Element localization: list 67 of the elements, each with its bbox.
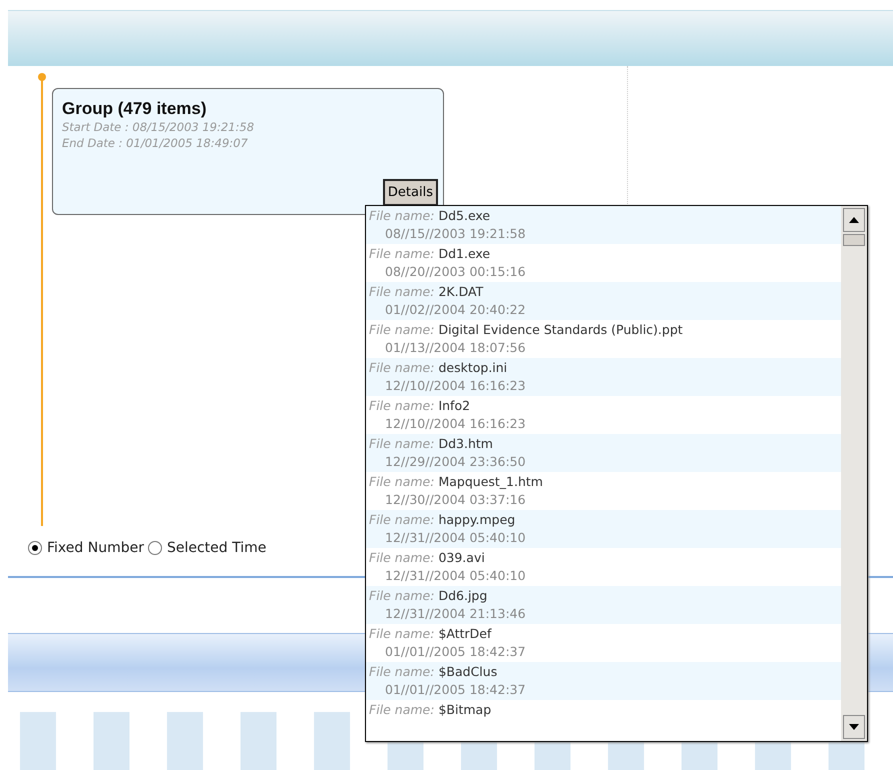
file-name: Digital Evidence Standards (Public).ppt xyxy=(438,322,683,337)
file-name: $AttrDef xyxy=(438,626,492,641)
file-date: 12//31//2004 05:40:10 xyxy=(384,529,527,547)
radio-label[interactable]: Fixed Number xyxy=(47,540,144,556)
group-title: Group (479 items) xyxy=(62,99,208,119)
file-name-label: File name: xyxy=(369,588,434,603)
file-name: desktop.ini xyxy=(438,360,508,375)
radio-button[interactable] xyxy=(148,541,162,555)
file-name-label: File name: xyxy=(369,322,434,337)
file-name: Dd6.jpg xyxy=(438,588,488,603)
file-name: happy.mpeg xyxy=(438,512,516,527)
file-name: Dd5.exe xyxy=(438,208,490,223)
file-date: 01//01//2005 18:42:37 xyxy=(384,643,527,661)
file-name-label: File name: xyxy=(369,436,434,451)
file-item[interactable]: File name: $BadClus 01//01//2005 18:42:37 xyxy=(366,662,841,700)
file-item[interactable]: File name: Digital Evidence Standards (Public).ppt 01//13//2004 18:07:56 xyxy=(366,320,841,358)
radio-button[interactable] xyxy=(28,541,42,555)
file-date: 01//13//2004 18:07:56 xyxy=(384,339,527,357)
file-date: 08//20//2003 00:15:16 xyxy=(384,263,527,281)
file-item[interactable]: File name: desktop.ini 12//10//2004 16:16:23 xyxy=(366,358,841,396)
file-date: 12//30//2004 03:37:16 xyxy=(384,491,527,509)
radio-label[interactable]: Selected Time xyxy=(166,540,266,556)
file-name-label: File name: xyxy=(369,702,434,717)
file-name-label: File name: xyxy=(369,284,434,299)
file-name-label: File name: xyxy=(369,208,434,223)
file-date: 12//31//2004 21:13:46 xyxy=(384,605,527,623)
file-item[interactable]: File name: Dd5.exe 08//15//2003 19:21:58 xyxy=(366,206,841,244)
file-item[interactable]: File name: 2K.DAT 01//02//2004 20:40:22 xyxy=(366,282,841,320)
file-name: 2K.DAT xyxy=(438,284,484,299)
file-item[interactable]: File name: $Bitmap xyxy=(366,700,841,738)
file-name: 039.avi xyxy=(438,550,485,565)
file-name-label: File name: xyxy=(369,664,434,679)
file-name-label: File name: xyxy=(369,626,434,641)
file-date: 08//15//2003 19:21:58 xyxy=(384,225,527,243)
file-date: 12//10//2004 16:16:23 xyxy=(384,415,527,433)
file-name-label: File name: xyxy=(369,474,434,489)
file-name-label: File name: xyxy=(369,550,434,565)
scrollbar[interactable] xyxy=(841,206,867,741)
file-name-label: File name: xyxy=(369,360,434,375)
file-date: 12//29//2004 23:36:50 xyxy=(384,453,527,471)
file-item[interactable]: File name: Dd3.htm 12//29//2004 23:36:50 xyxy=(366,434,841,472)
file-item[interactable]: File name: Dd6.jpg 12//31//2004 21:13:46 xyxy=(366,586,841,624)
file-item[interactable]: File name: Dd1.exe 08//20//2003 00:15:16 xyxy=(366,244,841,282)
scroll-down-icon[interactable] xyxy=(843,715,865,739)
file-name: $BadClus xyxy=(438,664,498,679)
file-name: Info2 xyxy=(438,398,470,413)
file-name: Dd1.exe xyxy=(438,246,490,261)
file-name: Mapquest_1.htm xyxy=(438,474,543,489)
file-date: 12//31//2004 05:40:10 xyxy=(384,567,527,585)
file-name-label: File name: xyxy=(369,512,434,527)
file-item[interactable]: File name: happy.mpeg 12//31//2004 05:40:10 xyxy=(366,510,841,548)
file-item[interactable]: File name: 039.avi 12//31//2004 05:40:10 xyxy=(366,548,841,586)
file-date: 12//10//2004 16:16:23 xyxy=(384,377,527,395)
file-date: 01//01//2005 18:42:37 xyxy=(384,681,527,699)
file-date: 01//02//2004 20:40:22 xyxy=(384,301,527,319)
scroll-up-icon[interactable] xyxy=(843,208,865,232)
file-name: Dd3.htm xyxy=(438,436,493,451)
file-name-label: File name: xyxy=(369,398,434,413)
scroll-thumb[interactable] xyxy=(843,234,865,246)
file-item[interactable]: File name: $AttrDef 01//01//2005 18:42:37 xyxy=(366,624,841,662)
file-name: $Bitmap xyxy=(438,702,492,717)
details-button[interactable]: Details xyxy=(382,179,438,206)
file-item[interactable]: File name: Mapquest_1.htm 12//30//2004 03:37:16 xyxy=(366,472,841,510)
file-item[interactable]: File name: Info2 12//10//2004 16:16:23 xyxy=(366,396,841,434)
file-name-label: File name: xyxy=(369,246,434,261)
start-date: Start Date : 08/15/2003 19:21:58 xyxy=(62,119,256,135)
end-date: End Date : 01/01/2005 18:49:07 xyxy=(62,135,249,151)
